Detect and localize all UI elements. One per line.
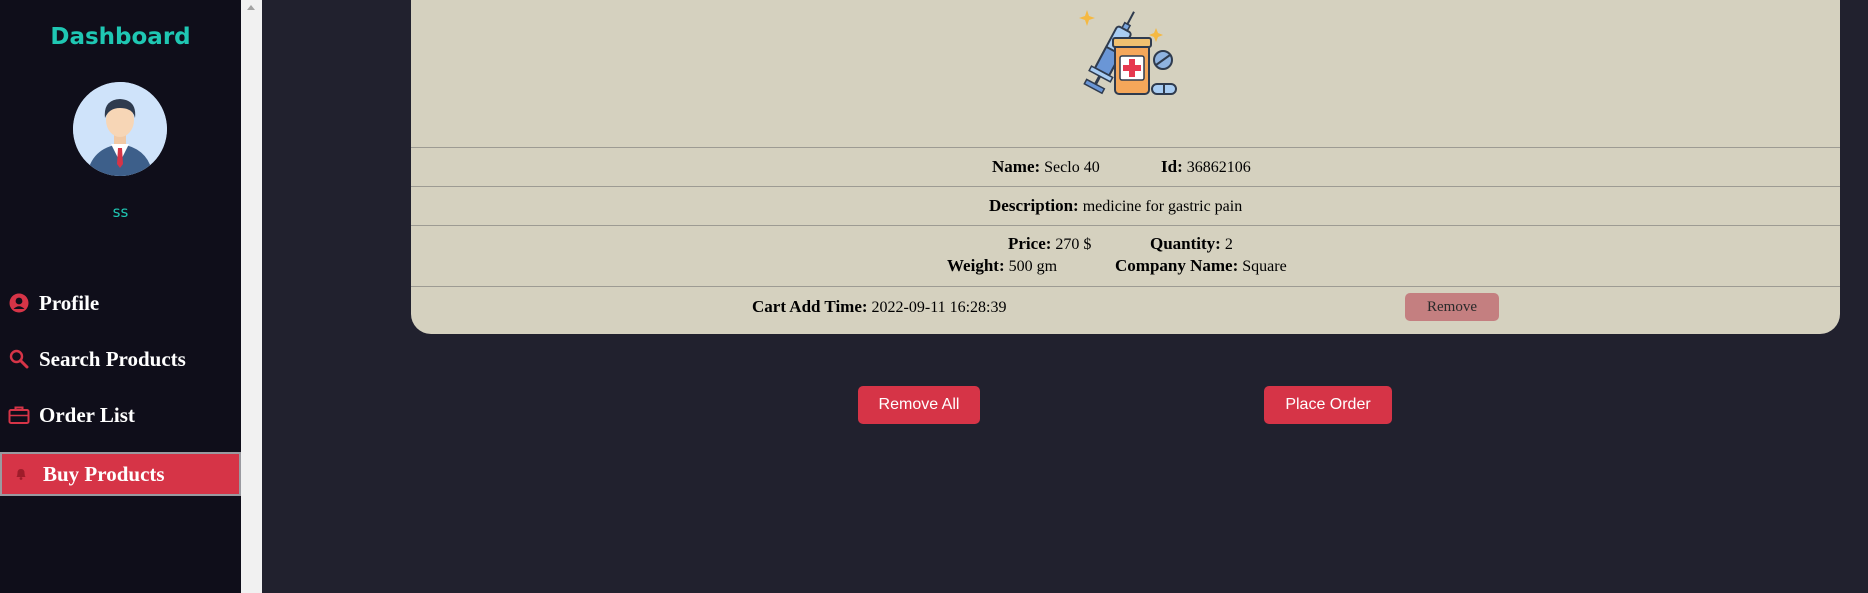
bell-icon <box>10 463 32 485</box>
scrollbar[interactable] <box>241 0 262 593</box>
sidebar-item-label: Order List <box>39 402 135 427</box>
quantity-value: 2 <box>1224 236 1233 253</box>
product-name-row: Name: Seclo 40 Id: 36862106 <box>411 147 1840 186</box>
remove-all-button[interactable]: Remove All <box>858 386 980 424</box>
sidebar-item-label: Search Products <box>39 346 186 371</box>
product-details-row: Price: 270 $ Quantity: 2 Weight: 500 gm … <box>411 225 1840 286</box>
product-name: Name: Seclo 40 <box>992 157 1100 177</box>
dashboard-title: Dashboard <box>50 24 191 50</box>
cart-add-time: Cart Add Time: 2022-09-11 16:28:39 <box>752 297 1007 317</box>
medicine-syringe-pills-icon <box>411 0 1840 126</box>
weight-label: Weight: <box>947 256 1005 275</box>
briefcase-icon <box>8 404 30 426</box>
company-value: Square <box>1242 258 1287 275</box>
product-description: Description: medicine for gastric pain <box>989 196 1242 216</box>
place-order-button[interactable]: Place Order <box>1264 386 1392 424</box>
sidebar-item-profile[interactable]: Profile <box>0 281 241 325</box>
id-value: 36862106 <box>1186 159 1251 176</box>
scroll-up-arrow-icon[interactable] <box>247 5 255 10</box>
company-label: Company Name: <box>1115 256 1239 275</box>
description-label: Description: <box>989 196 1079 215</box>
product-price: Price: 270 $ <box>1008 234 1091 254</box>
name-value: Seclo 40 <box>1044 159 1100 176</box>
user-circle-icon <box>8 292 30 314</box>
username: ss <box>112 203 129 221</box>
remove-item-button[interactable]: Remove <box>1405 293 1499 321</box>
cart-item-card: Name: Seclo 40 Id: 36862106 Description:… <box>411 0 1840 334</box>
description-value: medicine for gastric pain <box>1082 198 1243 215</box>
product-quantity: Quantity: 2 <box>1150 234 1233 254</box>
name-label: Name: <box>992 157 1041 176</box>
sidebar: Dashboard ss Profile Search Products Ord… <box>0 0 241 593</box>
quantity-label: Quantity: <box>1150 234 1221 253</box>
sidebar-item-label: Profile <box>39 290 100 315</box>
sidebar-item-label: Buy Products <box>43 461 165 486</box>
product-id: Id: 36862106 <box>1161 157 1251 177</box>
price-label: Price: <box>1008 234 1052 253</box>
product-weight: Weight: 500 gm <box>947 256 1057 276</box>
avatar <box>73 82 167 176</box>
cart-time-row: Cart Add Time: 2022-09-11 16:28:39 <box>411 286 1840 334</box>
cart-time-value: 2022-09-11 16:28:39 <box>871 299 1007 316</box>
id-label: Id: <box>1161 157 1183 176</box>
search-icon <box>8 348 30 370</box>
weight-value: 500 gm <box>1008 258 1058 275</box>
product-company: Company Name: Square <box>1115 256 1287 276</box>
product-description-row: Description: medicine for gastric pain <box>411 186 1840 225</box>
sidebar-item-order-list[interactable]: Order List <box>0 393 241 437</box>
sidebar-item-search-products[interactable]: Search Products <box>0 337 241 381</box>
cart-time-label: Cart Add Time: <box>752 297 868 316</box>
price-value: 270 $ <box>1055 236 1092 253</box>
sidebar-item-buy-products[interactable]: Buy Products <box>0 452 241 496</box>
